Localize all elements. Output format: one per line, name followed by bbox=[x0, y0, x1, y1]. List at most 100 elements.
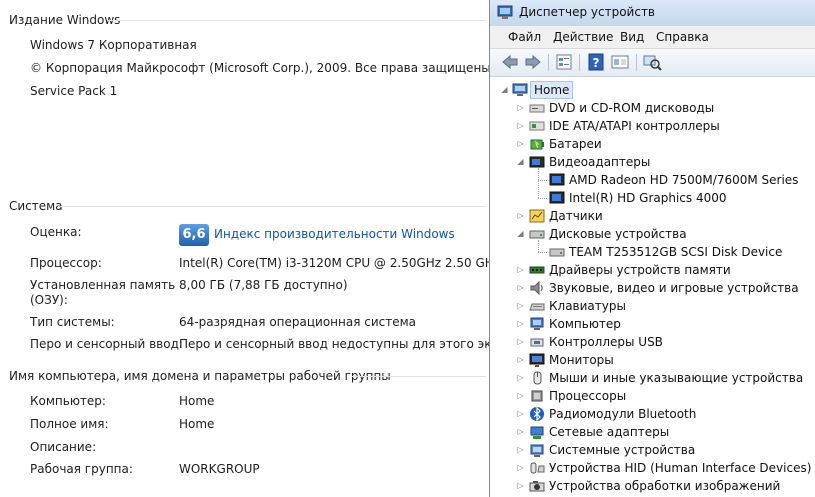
collapse-arrow-icon[interactable]: ◢ bbox=[516, 157, 525, 166]
computer-root-icon bbox=[512, 83, 528, 96]
display-adapter-icon bbox=[529, 156, 545, 168]
tree-category-mouse[interactable]: ▷ Мыши и иные указывающие устройства bbox=[494, 369, 812, 387]
tree-connector bbox=[538, 252, 547, 253]
tree-category-bluetooth[interactable]: ▷ Радиомодули Bluetooth bbox=[494, 405, 812, 423]
system-device-icon bbox=[530, 444, 544, 457]
toolbar: ? bbox=[490, 49, 815, 77]
expand-arrow-icon[interactable]: ▷ bbox=[516, 373, 525, 382]
expand-arrow-icon[interactable]: ▷ bbox=[516, 445, 525, 454]
tree-root-home[interactable]: ◢ Home bbox=[494, 81, 812, 99]
computer-row: Компьютер: Home bbox=[0, 393, 490, 413]
tree-node-label: Звуковые, видео и игровые устройства bbox=[549, 281, 799, 295]
tree-category-system-device[interactable]: ▷ Системные устройства bbox=[494, 441, 812, 459]
tree-node-label: Батареи bbox=[549, 137, 602, 151]
expand-arrow-icon[interactable]: ▷ bbox=[516, 139, 525, 148]
expand-arrow-icon[interactable]: ▷ bbox=[516, 337, 525, 346]
expand-arrow-icon[interactable]: ▷ bbox=[516, 301, 525, 310]
toolbar-separator bbox=[579, 54, 580, 71]
tree-category-display-adapter[interactable]: ◢ Видеоадаптеры bbox=[494, 153, 812, 171]
section-divider bbox=[108, 20, 486, 21]
tree-node-label: AMD Radeon HD 7500M/7600M Series bbox=[569, 173, 799, 187]
pen-touch-row: Перо и сенсорный ввод: Перо и сенсорный … bbox=[0, 336, 522, 356]
section-divider bbox=[352, 376, 486, 377]
toolbar-separator bbox=[636, 54, 637, 71]
menu-view[interactable]: Вид bbox=[620, 30, 644, 44]
expand-arrow-icon[interactable]: ▷ bbox=[516, 265, 525, 274]
tree-category-ide-controller[interactable]: ▷ IDE ATA/ATAPI контроллеры bbox=[494, 117, 812, 135]
sensor-icon bbox=[529, 209, 545, 223]
tree-connector bbox=[538, 168, 539, 198]
processor-label: Процессор: bbox=[30, 256, 102, 270]
workgroup-label: Рабочая группа: bbox=[30, 462, 133, 476]
expand-arrow-icon[interactable]: ▷ bbox=[516, 355, 525, 364]
device-manager-icon bbox=[497, 5, 513, 19]
tree-node-label: Сетевые адаптеры bbox=[549, 425, 670, 439]
tree-device-item[interactable]: TEAM T253512GB SCSI Disk Device bbox=[494, 243, 812, 261]
tree-node-label: DVD и CD-ROM дисководы bbox=[549, 101, 715, 115]
properties-icon[interactable] bbox=[554, 53, 574, 71]
tree-connector bbox=[538, 180, 547, 181]
device-tree[interactable]: ◢ Home ▷ DVD и CD-ROM дисководы ▷ IDE ATA/ATA… bbox=[494, 78, 812, 497]
tree-category-processor[interactable]: ▷ Процессоры bbox=[494, 387, 812, 405]
dvd-icon bbox=[529, 104, 545, 113]
tree-connector bbox=[538, 198, 547, 199]
collapse-arrow-icon[interactable]: ◢ bbox=[500, 85, 509, 94]
tree-node-label: Устройства обработки изображений bbox=[549, 479, 781, 493]
rating-label: Оценка: bbox=[30, 225, 82, 239]
child-display-icon bbox=[549, 191, 565, 204]
tree-category-usb[interactable]: ▷ Контроллеры USB bbox=[494, 333, 812, 351]
mouse-icon bbox=[533, 371, 542, 385]
processor-icon bbox=[531, 390, 543, 402]
tree-category-memory-device[interactable]: ▷ Драйверы устройств памяти bbox=[494, 261, 812, 279]
expand-arrow-icon[interactable]: ▷ bbox=[516, 481, 525, 490]
tree-category-hid[interactable]: ▷ Устройства HID (Human Interface Devices… bbox=[494, 459, 812, 477]
hid-icon bbox=[530, 462, 545, 474]
tree-device-item[interactable]: Intel(R) HD Graphics 4000 bbox=[494, 189, 812, 207]
tree-category-computer[interactable]: ▷ Компьютер bbox=[494, 315, 812, 333]
tree-node-label: Датчики bbox=[549, 209, 603, 223]
memory-label: Установленная память bbox=[30, 278, 176, 292]
tree-category-sensor[interactable]: ▷ Датчики bbox=[494, 207, 812, 225]
service-pack: Service Pack 1 bbox=[30, 84, 118, 98]
tree-category-imaging-device[interactable]: ▷ Устройства обработки изображений bbox=[494, 477, 812, 495]
memory-label-cont: (ОЗУ): bbox=[30, 293, 68, 307]
expand-arrow-icon[interactable]: ▷ bbox=[516, 211, 525, 220]
tree-device-item[interactable]: AMD Radeon HD 7500M/7600M Series bbox=[494, 171, 812, 189]
sound-icon bbox=[530, 280, 543, 296]
expand-arrow-icon[interactable]: ▷ bbox=[516, 319, 525, 328]
expand-arrow-icon[interactable]: ▷ bbox=[516, 409, 525, 418]
expand-arrow-icon[interactable]: ▷ bbox=[516, 427, 525, 436]
title-bar[interactable]: Диспетчер устройств bbox=[490, 0, 815, 26]
tree-category-monitor[interactable]: ▷ Мониторы bbox=[494, 351, 812, 369]
scan-hardware-icon[interactable] bbox=[642, 53, 662, 71]
tree-category-battery[interactable]: ▷ Батареи bbox=[494, 135, 812, 153]
tree-category-dvd[interactable]: ▷ DVD и CD-ROM дисководы bbox=[494, 99, 812, 117]
menu-help[interactable]: Справка bbox=[656, 30, 709, 44]
wei-link[interactable]: Индекс производительности Windows bbox=[214, 227, 455, 241]
collapse-arrow-icon[interactable]: ◢ bbox=[516, 229, 525, 238]
computer-section-title: Имя компьютера, имя домена и параметры р… bbox=[9, 369, 391, 383]
expand-arrow-icon[interactable]: ▷ bbox=[516, 283, 525, 292]
forward-arrow-icon[interactable] bbox=[523, 53, 543, 71]
fullname-row: Полное имя: Home bbox=[0, 416, 490, 436]
back-arrow-icon[interactable] bbox=[500, 53, 520, 71]
computer-icon bbox=[530, 317, 544, 330]
menu-action[interactable]: Действие bbox=[553, 30, 613, 44]
expand-arrow-icon[interactable]: ▷ bbox=[516, 391, 525, 400]
processor-row: Процессор: Intel(R) Core(TM) i3-3120M CP… bbox=[0, 255, 500, 275]
tree-category-disk-drive[interactable]: ◢ Дисковые устройства bbox=[494, 225, 812, 243]
expand-arrow-icon[interactable]: ▷ bbox=[516, 103, 525, 112]
edition-section-title: Издание Windows bbox=[9, 13, 121, 27]
system-section-title: Система bbox=[9, 199, 63, 213]
expand-arrow-icon[interactable]: ▷ bbox=[516, 121, 525, 130]
bluetooth-icon bbox=[530, 406, 544, 422]
expand-arrow-icon[interactable]: ▷ bbox=[516, 463, 525, 472]
tree-category-network-adapter[interactable]: ▷ Сетевые адаптеры bbox=[494, 423, 812, 441]
show-hidden-icon[interactable] bbox=[610, 53, 630, 71]
processor-value: Intel(R) Core(TM) i3-3120M CPU @ 2.50GHz… bbox=[179, 256, 501, 270]
tree-category-keyboard[interactable]: ▷ Клавиатуры bbox=[494, 297, 812, 315]
menu-file[interactable]: Файл bbox=[508, 30, 541, 44]
help-icon[interactable]: ? bbox=[586, 53, 606, 71]
workgroup-value: WORKGROUP bbox=[179, 462, 260, 476]
tree-category-sound[interactable]: ▷ Звуковые, видео и игровые устройства bbox=[494, 279, 812, 297]
